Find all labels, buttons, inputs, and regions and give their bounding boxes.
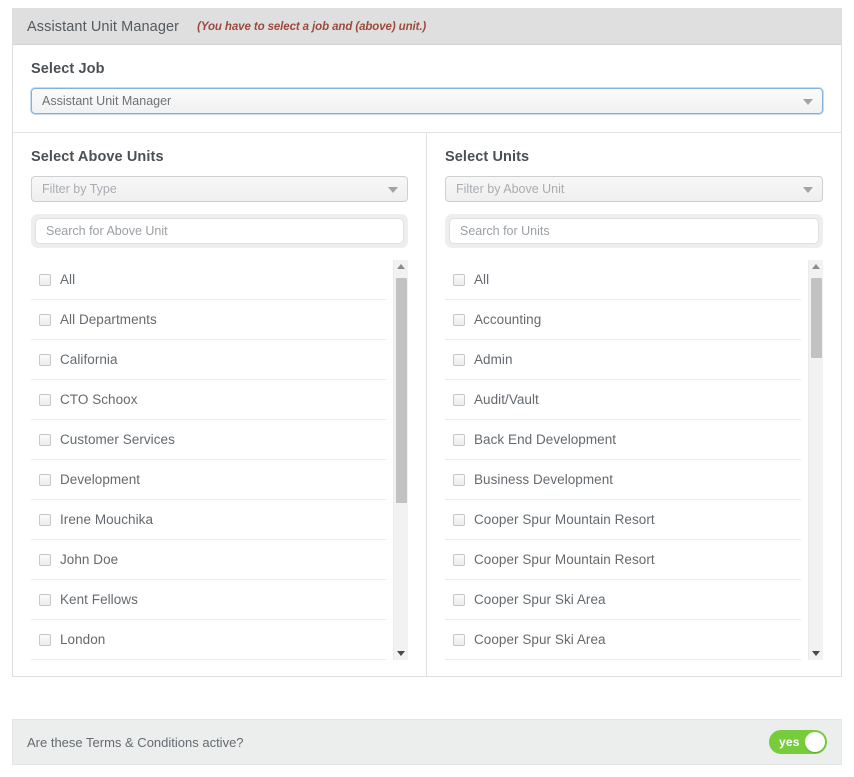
list-item[interactable]: All <box>31 260 386 300</box>
list-item[interactable]: Business Development <box>445 460 801 500</box>
terms-active-question: Are these Terms & Conditions active? <box>27 734 244 750</box>
panels-container: Select Above Units Filter by Type AllAll… <box>13 133 841 676</box>
above-units-search-input[interactable] <box>35 218 404 244</box>
list-item[interactable]: Back End Development <box>445 420 801 460</box>
header-hint-note: (You have to select a job and (above) un… <box>197 20 427 33</box>
list-item[interactable]: Admin <box>445 340 801 380</box>
units-panel: Select Units Filter by Above Unit All Acc… <box>427 133 841 676</box>
terms-active-bar: Are these Terms & Conditions active? yes <box>12 719 842 765</box>
units-search-input[interactable] <box>449 218 819 244</box>
units-label: Select Units <box>445 149 530 165</box>
list-item[interactable]: California <box>31 340 386 380</box>
checkbox-icon[interactable] <box>453 513 465 526</box>
scroll-up-arrow-icon[interactable] <box>812 264 820 269</box>
list-item-label: All Departments <box>60 312 157 327</box>
units-scrollbar[interactable] <box>808 260 823 660</box>
chevron-down-icon <box>803 187 813 193</box>
checkbox-icon[interactable] <box>453 393 465 406</box>
list-item[interactable]: Audit/Vault <box>445 380 801 420</box>
above-units-scrollbar[interactable] <box>393 260 408 660</box>
list-item-label: Admin <box>474 352 513 367</box>
list-item[interactable]: Kent Fellows <box>31 580 386 620</box>
scroll-up-arrow-icon[interactable] <box>397 264 405 269</box>
list-item-label: Cooper Spur Ski Area <box>474 632 606 647</box>
checkbox-icon[interactable] <box>453 353 465 366</box>
list-item-label: Back End Development <box>474 432 617 447</box>
above-units-type-filter-value: Filter by Type <box>42 182 117 196</box>
checkbox-icon[interactable] <box>39 393 51 406</box>
list-item[interactable]: All Departments <box>31 300 386 340</box>
scrollbar-thumb[interactable] <box>396 278 407 503</box>
list-item-label: California <box>60 352 118 367</box>
list-item-label: London <box>60 632 106 647</box>
terms-active-toggle[interactable]: yes <box>769 730 827 754</box>
list-item[interactable]: John Doe <box>31 540 386 580</box>
units-search-wrapper <box>445 214 823 248</box>
list-item-label: Kent Fellows <box>60 592 138 607</box>
list-item-label: Development <box>60 472 141 487</box>
units-above-unit-filter[interactable]: Filter by Above Unit <box>445 176 823 202</box>
above-units-type-filter[interactable]: Filter by Type <box>31 176 408 202</box>
chevron-down-icon <box>803 99 813 105</box>
scroll-down-arrow-icon[interactable] <box>812 651 820 656</box>
checkbox-icon[interactable] <box>39 273 51 286</box>
checkbox-icon[interactable] <box>453 473 465 486</box>
list-item-label: Cooper Spur Mountain Resort <box>474 512 655 527</box>
toggle-state-label: yes <box>779 735 800 749</box>
page-title: Assistant Unit Manager <box>27 18 180 35</box>
list-item[interactable]: Accounting <box>445 300 801 340</box>
checkbox-icon[interactable] <box>39 593 51 606</box>
toggle-knob <box>805 732 825 752</box>
list-item[interactable]: Cooper Spur Mountain Resort <box>445 500 801 540</box>
list-item-label: Irene Mouchika <box>60 512 153 527</box>
job-select[interactable]: Assistant Unit Manager <box>31 88 823 114</box>
select-job-section: Select Job Assistant Unit Manager <box>13 45 841 133</box>
checkbox-icon[interactable] <box>453 313 465 326</box>
above-units-panel: Select Above Units Filter by Type AllAll… <box>13 133 427 676</box>
list-item[interactable]: Customer Services <box>31 420 386 460</box>
checkbox-icon[interactable] <box>39 433 51 446</box>
list-item-label: John Doe <box>60 552 119 567</box>
units-list[interactable]: All Accounting Admin Audit/Vault Back End De… <box>445 260 823 660</box>
list-item[interactable]: All <box>445 260 801 300</box>
list-item-label: CTO Schoox <box>60 392 138 407</box>
list-item[interactable]: London <box>31 620 386 660</box>
above-units-list[interactable]: All All Departments California CTO Schoox Cu… <box>31 260 408 660</box>
above-units-label: Select Above Units <box>31 149 164 165</box>
above-units-search-wrapper <box>31 214 408 248</box>
chevron-down-icon <box>388 187 398 193</box>
job-select-value: Assistant Unit Manager <box>42 94 172 108</box>
card-header: Assistant Unit Manager (You have to sele… <box>13 9 841 45</box>
checkbox-icon[interactable] <box>453 433 465 446</box>
list-item-label: Accounting <box>474 312 542 327</box>
checkbox-icon[interactable] <box>39 513 51 526</box>
checkbox-icon[interactable] <box>453 593 465 606</box>
list-item[interactable]: CTO Schoox <box>31 380 386 420</box>
unit-manager-card: Assistant Unit Manager (You have to sele… <box>12 8 842 677</box>
checkbox-icon[interactable] <box>453 553 465 566</box>
checkbox-icon[interactable] <box>453 633 465 646</box>
list-item-label: Customer Services <box>60 432 175 447</box>
scroll-down-arrow-icon[interactable] <box>397 651 405 656</box>
list-item[interactable]: Irene Mouchika <box>31 500 386 540</box>
checkbox-icon[interactable] <box>39 313 51 326</box>
list-item-label: Cooper Spur Ski Area <box>474 592 606 607</box>
list-item-label: Business Development <box>474 472 614 487</box>
list-item[interactable]: Cooper Spur Mountain Resort <box>445 540 801 580</box>
list-item-label: Audit/Vault <box>474 392 539 407</box>
list-item-label: All <box>474 272 490 287</box>
list-item-label: All <box>60 272 76 287</box>
units-above-unit-filter-value: Filter by Above Unit <box>456 182 565 196</box>
checkbox-icon[interactable] <box>453 273 465 286</box>
scrollbar-thumb[interactable] <box>811 278 822 358</box>
checkbox-icon[interactable] <box>39 353 51 366</box>
list-item[interactable]: Cooper Spur Ski Area <box>445 620 801 660</box>
list-item[interactable]: Development <box>31 460 386 500</box>
checkbox-icon[interactable] <box>39 633 51 646</box>
checkbox-icon[interactable] <box>39 473 51 486</box>
list-item-label: Cooper Spur Mountain Resort <box>474 552 655 567</box>
checkbox-icon[interactable] <box>39 553 51 566</box>
list-item[interactable]: Cooper Spur Ski Area <box>445 580 801 620</box>
select-job-label: Select Job <box>31 61 105 77</box>
